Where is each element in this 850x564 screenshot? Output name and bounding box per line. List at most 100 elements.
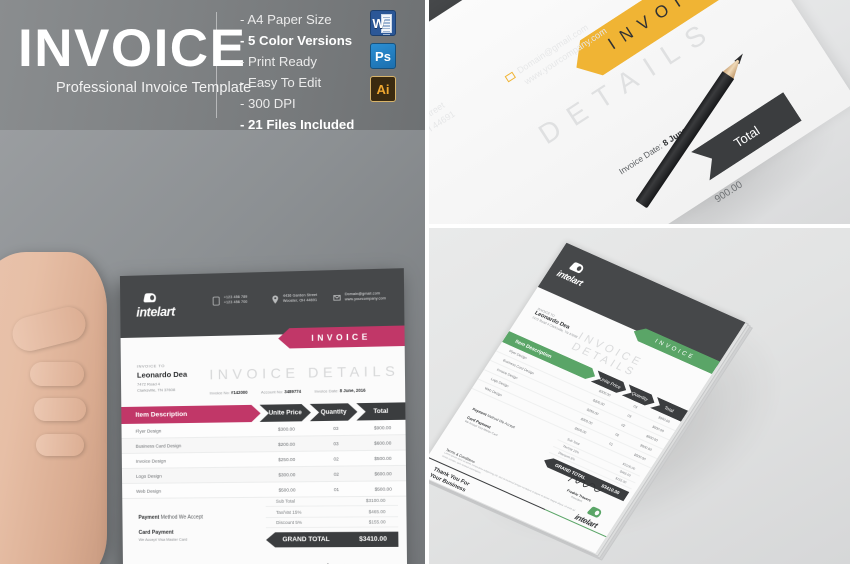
green-bill-to-block: INVOICE TO Leonardo Dea 7472 Road 4 Clar…: [531, 307, 584, 339]
panel-paper-stack-green: intelart INVOICE INVOICE DETAILS INVOICE…: [429, 228, 850, 564]
discount-value: $155.00: [369, 519, 386, 524]
bill-to-address-2: Clarksville, TN 37608: [137, 387, 187, 394]
column-header-quantity: Quantity: [310, 403, 358, 421]
invoice-tab-badge: INVOICE: [278, 326, 405, 349]
cell-total: $600.00: [360, 440, 406, 446]
contact-address: 4436 Garden Street Wooster, OH 44691: [272, 293, 318, 305]
invoice-no-value: #142000: [231, 390, 248, 395]
grand-total-bar: GRAND TOTAL $3410.00: [266, 532, 398, 548]
feature-item: - Print Ready: [240, 52, 354, 71]
discount-row: Discount 5% $155.00: [266, 517, 398, 528]
feature-item: - 5 Color Versions: [240, 31, 354, 50]
illustrator-icon-label: Ai: [377, 82, 390, 97]
cell-quantity: 01: [313, 486, 361, 492]
bill-to-name: Leonardo Dea: [137, 370, 187, 380]
cell-price: $500.00: [261, 487, 312, 493]
feature-list: - A4 Paper Size - 5 Color Versions - Pri…: [240, 10, 354, 130]
illustrator-icon: Ai: [370, 76, 396, 102]
logo-mark-icon: [144, 293, 157, 304]
line-items-table: Item Description Unite Price Quantity To…: [121, 402, 406, 499]
invoice-details-watermark: INVOICE DETAILS: [209, 363, 399, 383]
payment-label-rest: Method We Accept: [159, 514, 203, 520]
phone-2: +123 456 700: [224, 300, 248, 306]
cell-quantity: 02: [312, 456, 360, 462]
closeup-total-label: Total: [731, 123, 762, 151]
column-header-total: Total: [356, 402, 405, 420]
feature-item: - 300 DPI: [240, 94, 354, 113]
cell-price: $300.00: [261, 426, 312, 432]
column-header-price: Unite Price: [260, 404, 311, 422]
header-divider: [216, 12, 217, 118]
grand-total-label: GRAND TOTAL: [282, 536, 329, 543]
account-no: Account No: 3489774: [261, 389, 301, 395]
phone-icon: [213, 296, 220, 305]
invoice-date-label: Invoice Date:: [314, 388, 338, 394]
page-title: INVOICE: [18, 22, 246, 75]
bill-to-label: INVOICE TO: [137, 363, 187, 369]
cell-total: $500.00: [360, 486, 406, 492]
cell-quantity: 03: [312, 440, 360, 446]
discount-label: Discount 5%: [276, 520, 302, 525]
photoshop-icon-label: Ps: [375, 49, 391, 64]
panel-closeup-with-pencil: DETAILS INVOICE Domain@gmail.com www.you…: [429, 0, 850, 224]
cell-description: Flyer Design: [122, 426, 261, 433]
card-payment-title: Card Payment: [139, 530, 204, 536]
mail-icon: [333, 293, 340, 302]
payment-label-bold: Payment: [138, 515, 159, 521]
address-2: Wooster, OH 44691: [283, 298, 317, 304]
panel-hand-held-invoice: intelart +123 456 789 +123 456 700 4436 …: [0, 130, 425, 564]
invoice-sheet-pink: intelart +123 456 789 +123 456 700 4436 …: [120, 268, 408, 564]
feature-item: - 21 Files Included: [240, 115, 354, 130]
contact-phone: +123 456 789 +123 456 700: [213, 295, 248, 307]
grand-total-value: $3410.00: [359, 536, 387, 543]
feature-item: - Easy To Edit: [240, 73, 354, 92]
card-payment-sub: We Accept Visa Master Card: [139, 537, 203, 541]
brand-logo: intelart: [136, 293, 175, 320]
thumb: [9, 304, 89, 355]
finger: [34, 398, 86, 421]
word-icon: W: [370, 10, 396, 36]
tax-value: $465.00: [369, 509, 386, 514]
finger: [30, 362, 84, 386]
cell-description: Web Design: [122, 487, 261, 493]
green-payment-block: Payment Method We Accept Card Payment We…: [464, 407, 516, 441]
cell-quantity: 03: [312, 425, 360, 431]
totals-block: Sub Total $3100.00 Tax/Vat 15% $465.00 D…: [266, 496, 399, 548]
subtotal-value: $3100.00: [366, 498, 386, 503]
invoice-meta-row: Invoice No: #142000 Account No: 3489774 …: [210, 387, 400, 395]
cell-price: $300.00: [261, 471, 312, 477]
page-subtitle: Professional Invoice Template: [56, 80, 251, 96]
promo-collage: INVOICE Professional Invoice Template - …: [0, 0, 850, 564]
invoice-date: Invoice Date: 8 June, 2016: [314, 388, 365, 394]
cell-description: Business Card Design: [122, 442, 261, 449]
invoice-no-label: Invoice No:: [210, 390, 230, 395]
account-no-label: Account No:: [261, 389, 283, 394]
account-no-value: 3489774: [284, 389, 301, 394]
website: www.yourcompany.com: [345, 297, 386, 304]
column-header-description: Item Description: [121, 405, 260, 424]
brand-name: intelart: [136, 305, 175, 320]
panel-gutter-horizontal: [425, 224, 850, 228]
tax-label: Tax/Vat 15%: [276, 509, 302, 514]
bill-to-block: INVOICE TO Leonardo Dea 7472 Road 4 Clar…: [137, 363, 188, 394]
cell-total: $500.00: [360, 455, 406, 461]
finger: [36, 434, 84, 456]
location-pin-icon: [272, 295, 279, 304]
cell-total: $900.00: [360, 424, 406, 430]
invoice-date-value: 8 June, 2016: [340, 388, 366, 394]
cell-quantity: 02: [313, 471, 361, 477]
feature-item: - A4 Paper Size: [240, 10, 354, 29]
photoshop-icon: Ps: [370, 43, 396, 69]
cell-total: $600.00: [360, 471, 406, 477]
cell-price: $250.00: [261, 456, 312, 462]
panel-gutter-vertical: [425, 0, 429, 564]
invoice-no: Invoice No: #142000: [210, 390, 248, 396]
cell-description: Logo Design: [122, 472, 261, 478]
contact-email: Domain@gmail.com www.yourcompany.com: [333, 291, 386, 303]
app-compatibility-icons: W Ps Ai: [370, 10, 396, 102]
cell-price: $200.00: [261, 441, 312, 447]
subtotal-label: Sub Total: [276, 499, 295, 504]
hand-photo: [0, 252, 107, 564]
word-icon-label: W: [372, 16, 384, 31]
promo-header: INVOICE Professional Invoice Template - …: [0, 0, 425, 130]
